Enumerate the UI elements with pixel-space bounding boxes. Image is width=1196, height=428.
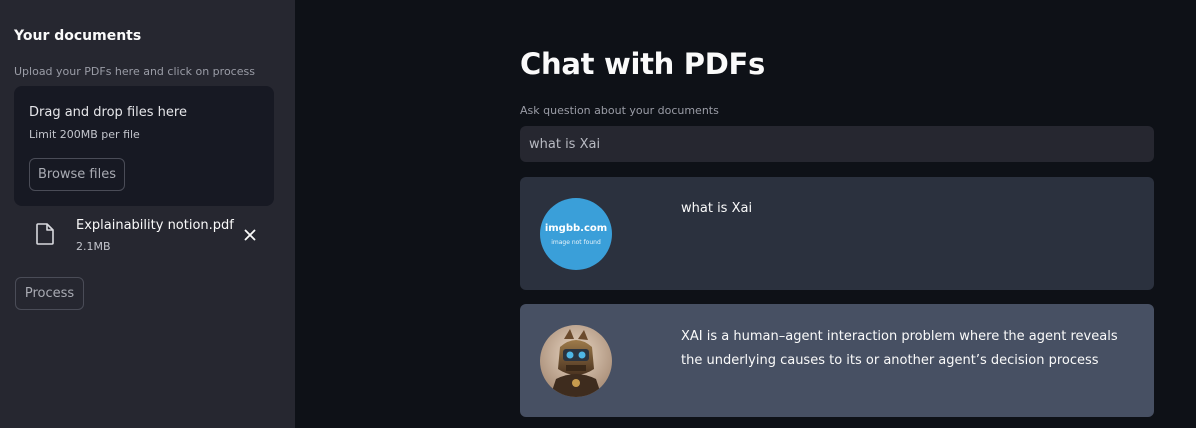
question-input[interactable] <box>520 126 1154 162</box>
sidebar-hint: Upload your PDFs here and click on proce… <box>14 65 255 78</box>
question-label: Ask question about your documents <box>520 104 719 117</box>
bot-message: XAI is a human–agent interaction problem… <box>520 304 1154 417</box>
sidebar-title: Your documents <box>14 28 142 44</box>
page-title: Chat with PDFs <box>520 47 765 81</box>
bot-message-text: XAI is a human–agent interaction problem… <box>681 329 1118 368</box>
user-avatar: imgbb.com image not found <box>540 198 612 270</box>
file-icon <box>36 223 54 245</box>
user-message-text: what is Xai <box>681 201 753 216</box>
app-window: Your documents Upload your PDFs here and… <box>0 0 1196 428</box>
dropzone-title: Drag and drop files here <box>29 105 187 120</box>
main-content: Chat with PDFs Ask question about your d… <box>295 0 1196 428</box>
close-icon[interactable] <box>242 227 258 243</box>
avatar-brand-text: imgbb.com <box>544 222 608 234</box>
sidebar: Your documents Upload your PDFs here and… <box>0 0 295 428</box>
uploaded-file-size: 2.1MB <box>76 240 111 253</box>
dropzone-limit: Limit 200MB per file <box>29 128 140 141</box>
browse-files-button[interactable]: Browse files <box>29 158 125 191</box>
uploaded-file-name: Explainability notion.pdf <box>76 218 234 233</box>
process-button[interactable]: Process <box>15 277 84 310</box>
robot-avatar <box>540 325 612 397</box>
user-message: imgbb.com image not found what is Xai <box>520 177 1154 290</box>
avatar-missing-note: image not found <box>551 238 601 246</box>
file-dropzone[interactable]: Drag and drop files here Limit 200MB per… <box>14 86 274 206</box>
